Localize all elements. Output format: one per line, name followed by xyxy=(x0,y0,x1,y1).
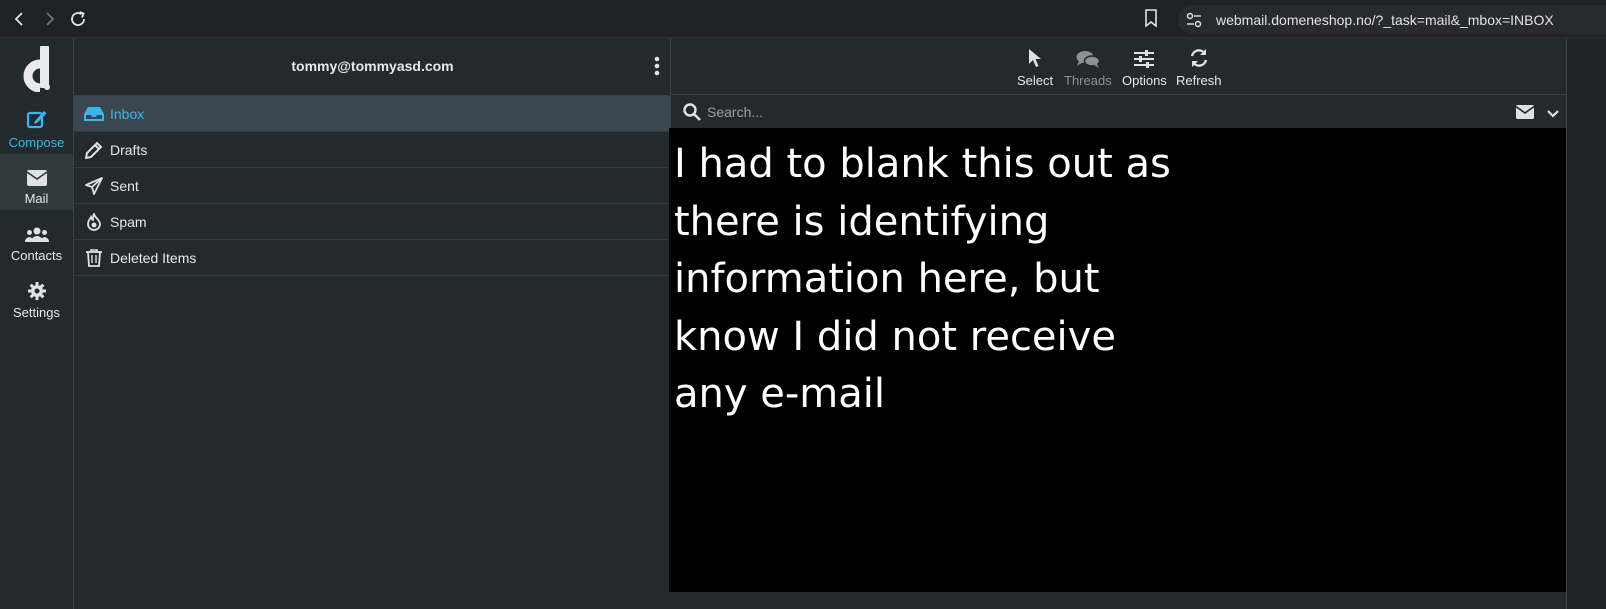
browser-toolbar: webmail.domeneshop.no/?_task=mail&_mbox=… xyxy=(0,0,1606,38)
folder-sent[interactable]: Sent xyxy=(74,168,670,204)
forward-icon[interactable] xyxy=(36,6,62,32)
back-icon[interactable] xyxy=(7,6,33,32)
threads-label: Threads xyxy=(1064,73,1112,88)
folder-drafts[interactable]: Drafts xyxy=(74,132,670,168)
select-label: Select xyxy=(1017,73,1054,88)
folder-label: Drafts xyxy=(110,141,148,158)
mail-button[interactable]: Mail xyxy=(0,154,73,210)
folder-spam[interactable]: Spam xyxy=(74,204,670,240)
pencil-icon xyxy=(84,140,104,160)
comments-icon xyxy=(1076,46,1100,68)
bookmark-icon[interactable] xyxy=(1144,8,1158,33)
settings-label: Settings xyxy=(13,305,60,320)
envelope-icon[interactable] xyxy=(1515,105,1535,124)
refresh-button[interactable]: Refresh xyxy=(1176,46,1222,88)
threads-button[interactable]: Threads xyxy=(1064,46,1112,88)
app-rail: Compose Mail Contacts Settings xyxy=(0,38,74,609)
folder-pane-header: tommy@tommyasd.com xyxy=(74,38,670,96)
compose-button[interactable]: Compose xyxy=(0,98,73,154)
contacts-label: Contacts xyxy=(10,248,63,263)
site-settings-icon[interactable] xyxy=(1186,12,1202,33)
redaction-note: I had to blank this out as there is iden… xyxy=(674,141,1171,417)
trash-icon xyxy=(84,248,104,268)
folder-pane: tommy@tommyasd.com Inbox Drafts Sent Spa… xyxy=(74,38,671,609)
mail-label: Mail xyxy=(24,191,49,206)
search-icon[interactable] xyxy=(683,103,701,126)
select-button[interactable]: Select xyxy=(1017,46,1053,88)
folder-label: Deleted Items xyxy=(110,249,197,266)
chevron-down-icon[interactable] xyxy=(1547,106,1559,124)
search-input[interactable] xyxy=(707,101,1487,123)
folder-label: Sent xyxy=(110,177,139,194)
url-text[interactable]: webmail.domeneshop.no/?_task=mail&_mbox=… xyxy=(1216,12,1554,28)
kebab-menu-icon[interactable] xyxy=(654,56,660,81)
refresh-icon xyxy=(1189,46,1209,68)
folder-deleted-items[interactable]: Deleted Items xyxy=(74,240,670,276)
envelope-icon xyxy=(26,162,47,186)
folder-label: Spam xyxy=(110,213,147,230)
folder-inbox[interactable]: Inbox xyxy=(74,96,670,132)
contacts-button[interactable]: Contacts xyxy=(0,211,73,267)
gear-icon xyxy=(27,276,46,300)
contacts-icon xyxy=(24,219,49,243)
inbox-icon xyxy=(84,104,104,124)
fire-icon xyxy=(84,212,104,232)
sliders-icon xyxy=(1134,46,1155,68)
options-button[interactable]: Options xyxy=(1122,46,1167,88)
address-bar[interactable]: webmail.domeneshop.no/?_task=mail&_mbox=… xyxy=(1178,5,1606,34)
folder-label: Inbox xyxy=(110,105,145,122)
redaction-overlay: I had to blank this out as there is iden… xyxy=(669,128,1566,592)
account-email: tommy@tommyasd.com xyxy=(291,58,454,74)
paper-plane-icon xyxy=(84,176,104,196)
options-label: Options xyxy=(1122,73,1167,88)
refresh-label: Refresh xyxy=(1176,73,1222,88)
message-toolbar: Select Threads Options Refresh xyxy=(671,38,1566,95)
cursor-icon xyxy=(1028,46,1042,68)
compose-label: Compose xyxy=(8,135,65,150)
message-list-footer xyxy=(669,592,1566,609)
reload-icon[interactable] xyxy=(65,6,91,32)
domeneshop-logo[interactable] xyxy=(18,44,54,92)
settings-button[interactable]: Settings xyxy=(0,268,73,324)
search-bar xyxy=(671,95,1566,128)
compose-icon xyxy=(26,106,48,130)
right-panel-edge xyxy=(1566,38,1606,609)
